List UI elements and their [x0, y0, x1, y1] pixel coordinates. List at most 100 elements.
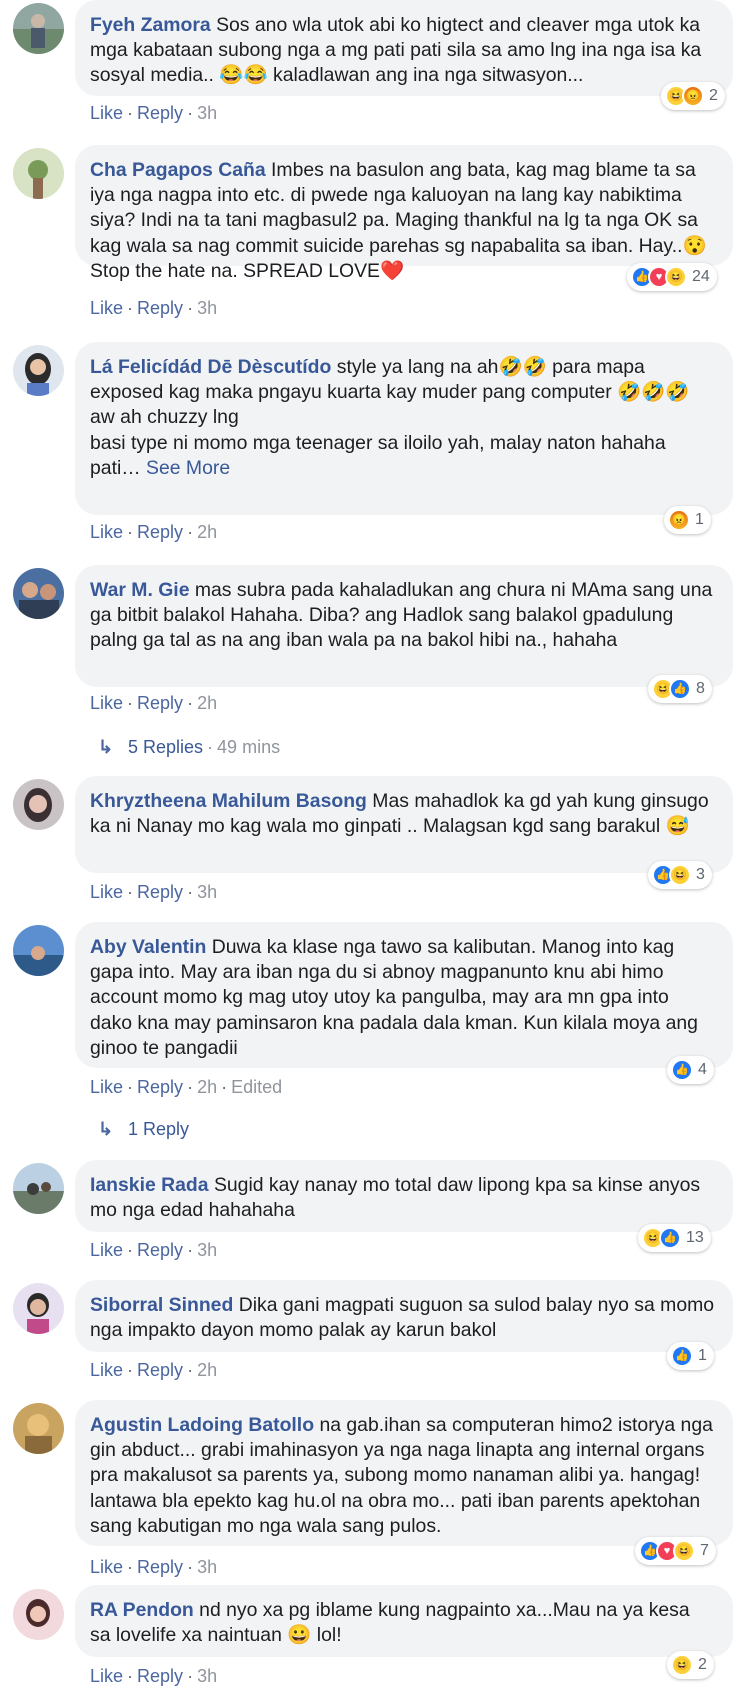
- reactions-summary[interactable]: 😆 👍 8: [648, 675, 712, 703]
- comment-bubble: RA Pendon nd nyo xa pg iblame kung nagpa…: [75, 1585, 733, 1657]
- reactions-summary[interactable]: 👍 4: [667, 1056, 714, 1084]
- reply-link[interactable]: Reply: [137, 1360, 183, 1380]
- avatar[interactable]: [13, 779, 64, 830]
- reply-link[interactable]: Reply: [137, 298, 183, 318]
- like-link[interactable]: Like: [90, 1666, 123, 1686]
- reply-arrow-icon: ↳: [98, 1119, 114, 1139]
- comment-author[interactable]: RA Pendon: [90, 1599, 194, 1621]
- reactions-summary[interactable]: 😆 👍 13: [638, 1224, 711, 1252]
- view-replies-link[interactable]: ↳ 5 Replies · 49 mins: [98, 737, 280, 758]
- comment-author[interactable]: Siborral Sinned: [90, 1294, 233, 1316]
- comment-time[interactable]: 3h: [197, 298, 217, 318]
- reply-link[interactable]: Reply: [137, 693, 183, 713]
- avatar[interactable]: [13, 1163, 64, 1214]
- comment-bubble: Lá Felicídád Dē Dèscutído style ya lang …: [75, 342, 733, 515]
- reactions-summary[interactable]: 😆 😠 2: [661, 82, 725, 110]
- see-more-link[interactable]: See More: [146, 457, 230, 479]
- comment-actions: Like · Reply · 3h: [90, 1666, 218, 1686]
- edited-label[interactable]: Edited: [231, 1077, 282, 1097]
- reactions-summary[interactable]: 😠 1: [664, 506, 711, 534]
- comment-author[interactable]: Agustin Ladoing Batollo: [90, 1414, 314, 1436]
- reply-link[interactable]: Reply: [137, 1666, 183, 1686]
- comment-bubble: Aby Valentin Duwa ka klase nga tawo sa k…: [75, 922, 733, 1068]
- reactions-summary[interactable]: 😆 2: [667, 1651, 714, 1679]
- comment-bubble: Cha Pagapos Caña Imbes na basulon ang ba…: [75, 145, 733, 282]
- reply-link[interactable]: Reply: [137, 103, 183, 123]
- reaction-count: 4: [698, 1061, 707, 1078]
- reaction-count: 1: [698, 1347, 707, 1364]
- reaction-count: 13: [686, 1229, 704, 1246]
- reply-arrow-icon: ↳: [98, 737, 114, 757]
- comment-time[interactable]: 3h: [197, 1240, 217, 1260]
- like-link[interactable]: Like: [90, 1077, 123, 1097]
- avatar[interactable]: [13, 3, 64, 54]
- haha-reaction-icon: 😆: [665, 266, 687, 288]
- avatar[interactable]: [13, 1403, 64, 1454]
- comment-time[interactable]: 3h: [197, 1666, 217, 1686]
- comment-time[interactable]: 2h: [197, 522, 217, 542]
- reaction-count: 1: [695, 511, 704, 528]
- like-link[interactable]: Like: [90, 882, 123, 902]
- like-link[interactable]: Like: [90, 103, 123, 123]
- reactions-summary[interactable]: 👍 ♥ 😆 24: [627, 263, 717, 291]
- comment-author[interactable]: Khryztheena Mahilum Basong: [90, 790, 367, 812]
- haha-reaction-icon: 😆: [673, 1540, 695, 1562]
- comment-actions: Like · Reply · 2h · Edited: [90, 1077, 283, 1097]
- comment-time[interactable]: 3h: [197, 882, 217, 902]
- haha-reaction-icon: 😆: [671, 1654, 693, 1676]
- comment-time[interactable]: 3h: [197, 1557, 217, 1577]
- comment-author[interactable]: Fyeh Zamora: [90, 14, 211, 36]
- reaction-count: 24: [692, 268, 710, 285]
- replies-count[interactable]: 1 Reply: [128, 1119, 189, 1139]
- reactions-summary[interactable]: 👍 ♥ 😆 7: [635, 1537, 716, 1565]
- comment-actions: Like · Reply · 3h: [90, 1557, 218, 1577]
- comment-actions: Like · Reply · 3h: [90, 298, 218, 318]
- reaction-count: 8: [696, 680, 705, 697]
- comment-author[interactable]: Cha Pagapos Caña: [90, 159, 266, 181]
- comment-actions: Like · Reply · 2h: [90, 1360, 218, 1380]
- comment-bubble: War M. Gie mas subra pada kahaladlukan a…: [75, 565, 733, 687]
- reply-link[interactable]: Reply: [137, 1557, 183, 1577]
- comment-author[interactable]: Aby Valentin: [90, 936, 206, 958]
- comment-time[interactable]: 2h: [197, 1077, 217, 1097]
- angry-reaction-icon: 😠: [682, 85, 704, 107]
- reply-link[interactable]: Reply: [137, 1077, 183, 1097]
- comments-list: Fyeh Zamora Sos ano wla utok abi ko higt…: [0, 0, 750, 1693]
- avatar[interactable]: [13, 1283, 64, 1334]
- comment-author[interactable]: War M. Gie: [90, 579, 189, 601]
- reply-link[interactable]: Reply: [137, 1240, 183, 1260]
- avatar[interactable]: [13, 925, 64, 976]
- like-reaction-icon: 👍: [671, 1059, 693, 1081]
- avatar[interactable]: [13, 148, 64, 199]
- like-link[interactable]: Like: [90, 522, 123, 542]
- comment-bubble: Siborral Sinned Dika gani magpati suguon…: [75, 1280, 733, 1352]
- comment-actions: Like · Reply · 3h: [90, 882, 218, 902]
- like-link[interactable]: Like: [90, 693, 123, 713]
- reply-link[interactable]: Reply: [137, 522, 183, 542]
- reply-link[interactable]: Reply: [137, 882, 183, 902]
- comment-bubble: Khryztheena Mahilum Basong Mas mahadlok …: [75, 776, 733, 873]
- avatar[interactable]: [13, 1589, 64, 1640]
- like-reaction-icon: 👍: [669, 678, 691, 700]
- like-link[interactable]: Like: [90, 1557, 123, 1577]
- replies-count[interactable]: 5 Replies: [128, 737, 203, 757]
- comment-time[interactable]: 2h: [197, 1360, 217, 1380]
- reaction-count: 3: [696, 866, 705, 883]
- like-link[interactable]: Like: [90, 1360, 123, 1380]
- like-link[interactable]: Like: [90, 1240, 123, 1260]
- reaction-count: 2: [698, 1656, 707, 1673]
- comment-author[interactable]: Lá Felicídád Dē Dèscutído: [90, 356, 331, 378]
- view-replies-link[interactable]: ↳ 1 Reply: [98, 1119, 189, 1140]
- comment-bubble: Agustin Ladoing Batollo na gab.ihan sa c…: [75, 1400, 733, 1546]
- reactions-summary[interactable]: 👍 1: [667, 1342, 714, 1370]
- avatar[interactable]: [13, 568, 64, 619]
- reactions-summary[interactable]: 👍 😆 3: [648, 861, 712, 889]
- comment-author[interactable]: Ianskie Rada: [90, 1174, 209, 1196]
- replies-time: 49 mins: [217, 737, 281, 757]
- like-link[interactable]: Like: [90, 298, 123, 318]
- comment-actions: Like · Reply · 2h: [90, 522, 218, 542]
- avatar[interactable]: [13, 345, 64, 396]
- comment-bubble: Ianskie Rada Sugid kay nanay mo total da…: [75, 1160, 733, 1232]
- comment-time[interactable]: 3h: [197, 103, 217, 123]
- comment-time[interactable]: 2h: [197, 693, 217, 713]
